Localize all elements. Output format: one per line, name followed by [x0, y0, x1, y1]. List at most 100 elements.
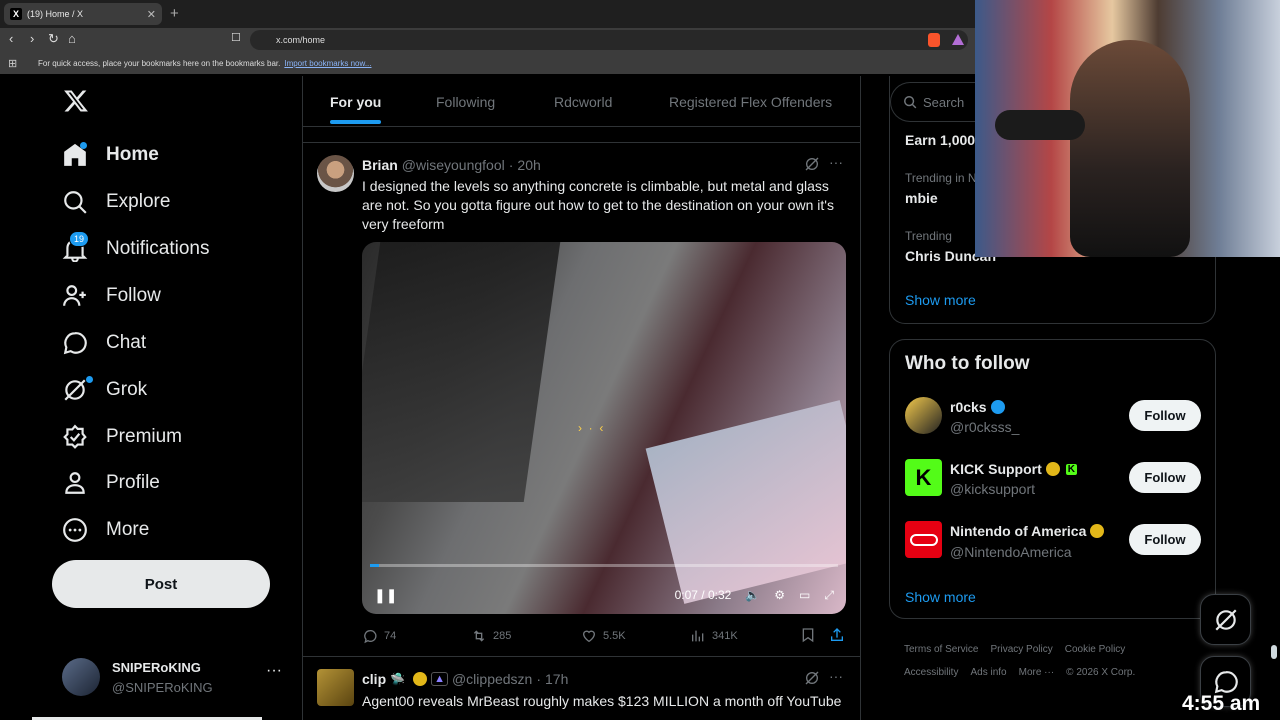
grok-icon — [64, 379, 86, 401]
like-count: 5.5K — [603, 630, 626, 642]
avatar[interactable] — [905, 397, 942, 434]
follow-button[interactable]: Follow — [1129, 524, 1201, 555]
verified-gold-icon — [413, 672, 428, 686]
views-icon — [692, 630, 704, 642]
footer-link[interactable]: Privacy Policy — [990, 644, 1052, 655]
footer-link[interactable]: Terms of Service — [904, 644, 978, 655]
tab-title: (19) Home / X — [27, 9, 84, 19]
nintendo-logo-icon[interactable] — [905, 521, 942, 558]
nav-premium[interactable]: Premium — [62, 417, 182, 457]
x-logo-icon[interactable] — [63, 88, 89, 119]
follow-suggestion-name[interactable]: Nintendo of America — [950, 523, 1105, 539]
grok-fab[interactable] — [1200, 594, 1251, 645]
fullscreen-icon[interactable]: ⤢ — [824, 588, 834, 603]
nav-follow[interactable]: Follow — [62, 276, 161, 316]
bookmark-icon[interactable] — [800, 627, 816, 648]
tweet-header: clip 🛸 ▲ @clippedszn · 17h — [362, 671, 568, 687]
tab-following[interactable]: Following — [436, 94, 495, 110]
follow-show-more[interactable]: Show more — [905, 589, 976, 605]
avatar[interactable] — [317, 155, 354, 192]
tab-for-you[interactable]: For you — [330, 94, 381, 110]
nav-grok[interactable]: Grok — [62, 370, 147, 410]
grok-explain-icon[interactable] — [804, 670, 820, 691]
tab-rdcworld[interactable]: Rdcworld — [554, 94, 612, 110]
tweet-author-handle[interactable]: @wiseyoungfool — [402, 157, 505, 173]
footer-link[interactable]: More ··· — [1019, 667, 1055, 678]
like-button[interactable]: 5.5K — [581, 628, 626, 644]
search-input[interactable]: Search — [890, 82, 980, 122]
reload-icon[interactable]: ↻ — [48, 31, 59, 47]
avatar[interactable] — [317, 669, 354, 706]
footer-link[interactable]: Ads info — [970, 667, 1006, 678]
post-button[interactable]: Post — [52, 560, 270, 608]
previous-tweet-actions — [302, 127, 861, 143]
tweet-dot: · — [508, 157, 514, 173]
bookmarks-bar: For quick access, place your bookmarks h… — [0, 52, 975, 74]
follow-suggestion-name[interactable]: r0cks — [950, 399, 1005, 415]
divider — [302, 656, 861, 657]
tweet-author-name[interactable]: Brian — [362, 157, 398, 173]
trend-name[interactable]: Earn 1,000 — [905, 132, 975, 148]
bookmark-star-icon[interactable]: ☐ — [231, 31, 241, 44]
address-bar[interactable]: x.com/home — [250, 30, 968, 50]
account-handle: @SNIPERoKING — [112, 680, 213, 695]
more-icon — [63, 518, 87, 542]
nav-explore[interactable]: Explore — [62, 182, 170, 222]
account-more-icon[interactable]: ··· — [266, 662, 282, 680]
x-favicon-icon: X — [10, 8, 22, 20]
brave-rewards-icon[interactable] — [952, 34, 964, 45]
follow-button[interactable]: Follow — [1129, 400, 1201, 431]
account-switcher[interactable]: SNIPERoKING @SNIPERoKING ··· — [62, 656, 302, 700]
home-browser-icon[interactable]: ⌂ — [68, 31, 76, 46]
footer-links: Terms of Service Privacy Policy Cookie Pol… — [904, 638, 1204, 684]
tweet-author-name[interactable]: clip — [362, 671, 386, 687]
import-bookmarks-link[interactable]: Import bookmarks now... — [284, 59, 371, 68]
kick-logo-icon[interactable]: K — [905, 459, 942, 496]
volume-icon[interactable]: 🔈 — [745, 588, 760, 602]
nav-more[interactable]: More — [62, 510, 149, 550]
nav-profile[interactable]: Profile — [62, 463, 160, 503]
search-icon — [904, 96, 917, 109]
tweet-more-icon[interactable]: ··· — [829, 154, 843, 170]
pip-icon[interactable]: ▭ — [799, 588, 810, 602]
pause-icon[interactable]: ❚❚ — [374, 587, 397, 604]
new-tab-icon[interactable]: + — [170, 5, 179, 22]
tweet-time[interactable]: 17h — [545, 671, 568, 687]
brave-shield-icon[interactable] — [928, 33, 940, 47]
trend-name[interactable]: mbie — [905, 190, 938, 206]
footer-link[interactable]: Accessibility — [904, 667, 958, 678]
nav-home[interactable]: Home — [62, 135, 159, 175]
trends-show-more[interactable]: Show more — [905, 292, 976, 308]
video-scene-poster — [645, 400, 846, 604]
nav-chat[interactable]: Chat — [62, 323, 146, 363]
share-icon[interactable] — [829, 627, 845, 648]
tweet-author-handle[interactable]: @clippedszn — [452, 671, 532, 687]
premium-icon — [63, 424, 87, 449]
follow-suggestion-name[interactable]: KICK Support K — [950, 461, 1077, 477]
scrollbar[interactable] — [1271, 645, 1277, 659]
tweet-more-icon[interactable]: ··· — [829, 668, 843, 684]
url-text: x.com/home — [276, 35, 326, 45]
close-tab-icon[interactable]: ✕ — [147, 8, 156, 21]
apps-grid-icon[interactable]: ⊞ — [8, 57, 17, 70]
footer-link[interactable]: Cookie Policy — [1065, 644, 1126, 655]
tweet-video[interactable]: › · ‹ ❚❚ 0:07 / 0:32 🔈 ⚙ ▭ ⤢ — [362, 242, 846, 614]
views-button[interactable]: 341K — [690, 628, 738, 644]
video-progress-fill — [370, 564, 380, 567]
search-icon — [64, 191, 87, 214]
video-progress-track[interactable] — [370, 564, 838, 567]
microphone — [995, 110, 1085, 140]
back-icon[interactable]: ‹ — [9, 31, 13, 46]
grok-explain-icon[interactable] — [804, 156, 820, 177]
tab-registered-flex-offenders[interactable]: Registered Flex Offenders — [669, 94, 832, 110]
repost-count: 285 — [493, 630, 512, 642]
nav-label: Home — [106, 144, 159, 165]
settings-icon[interactable]: ⚙ — [774, 588, 785, 602]
profile-icon — [65, 472, 85, 494]
browser-tab[interactable]: X (19) Home / X ✕ — [4, 3, 162, 25]
repost-button[interactable]: 285 — [471, 628, 511, 644]
tweet-time[interactable]: 20h — [517, 157, 540, 173]
forward-icon[interactable]: › — [30, 31, 34, 46]
follow-button[interactable]: Follow — [1129, 462, 1201, 493]
reply-button[interactable]: 74 — [362, 628, 396, 644]
